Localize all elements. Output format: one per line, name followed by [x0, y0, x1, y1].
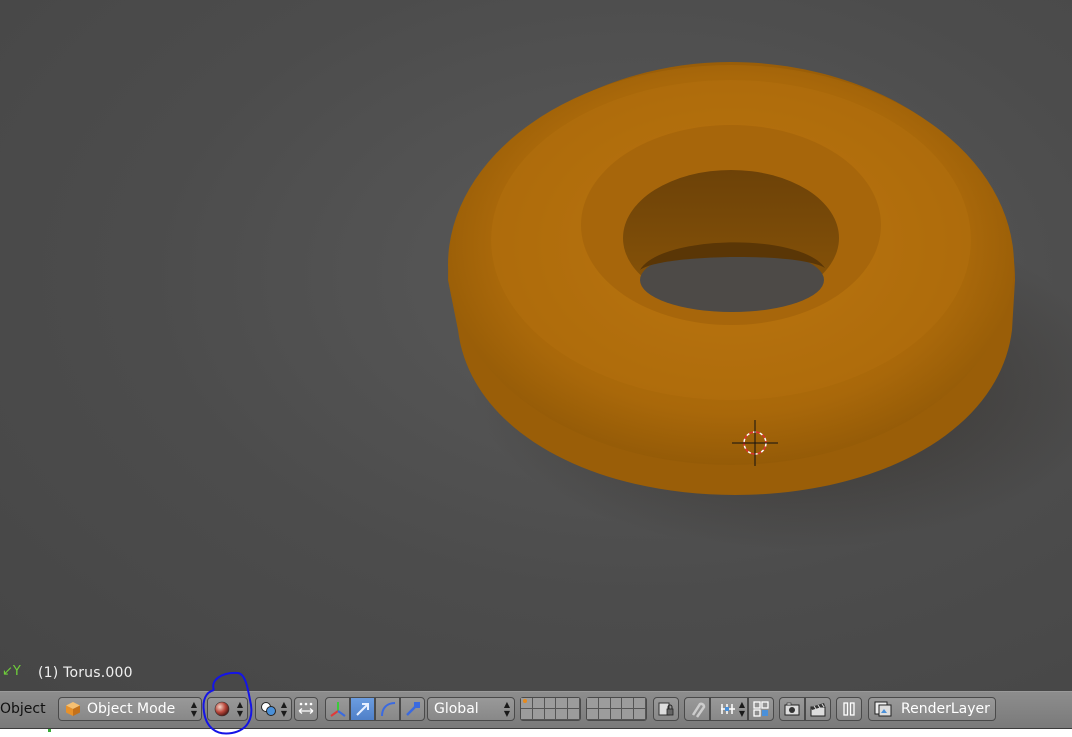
- layer-6[interactable]: [587, 698, 599, 709]
- layer-1[interactable]: [521, 698, 533, 709]
- 3d-view-header: Object Object Mode ▲ ▼ ▲ ▼ ▲ ▼ Global ▲ …: [0, 691, 1072, 728]
- layer-5[interactable]: [568, 698, 580, 709]
- layer-12[interactable]: [532, 709, 545, 720]
- snap-increment-icon: [721, 704, 735, 714]
- render-layer-icon: [874, 701, 892, 717]
- rotate-manipulator-button[interactable]: [375, 697, 400, 721]
- rotate-arc-icon: [380, 702, 395, 717]
- viewport-shading-dropdown[interactable]: ▲ ▼: [207, 697, 248, 721]
- lock-layers-icon: [658, 702, 674, 716]
- layer-7[interactable]: [598, 698, 611, 709]
- scene-layers-group-2[interactable]: [586, 697, 647, 721]
- pivot-point-dropdown[interactable]: ▲ ▼: [255, 697, 292, 721]
- scale-manipulator-button[interactable]: [400, 697, 425, 721]
- clapperboard-icon: [810, 703, 826, 717]
- scale-arrow-icon: [405, 702, 420, 716]
- layer-10[interactable]: [634, 698, 646, 709]
- lock-layers-button[interactable]: [653, 697, 679, 721]
- render-camera-icon: [784, 702, 800, 716]
- render-layer-selector[interactable]: RenderLayer: [868, 697, 996, 721]
- mode-dropdown[interactable]: Object Mode ▲ ▼: [58, 697, 202, 721]
- dropdown-arrows-icon: ▲ ▼: [280, 700, 287, 718]
- layer-20[interactable]: [634, 709, 646, 720]
- layer-3[interactable]: [544, 698, 557, 709]
- snap-element-dropdown[interactable]: ▲ ▼: [710, 697, 748, 721]
- manipulator-toggle-button[interactable]: [325, 697, 350, 721]
- snap-target-button[interactable]: [748, 697, 774, 721]
- dropdown-arrows-icon: ▲ ▼: [190, 700, 197, 718]
- layer-19[interactable]: [622, 709, 635, 720]
- mode-label: Object Mode: [87, 701, 176, 717]
- viewport-shading-sphere-icon: [214, 701, 230, 717]
- translate-arrow-icon: [355, 703, 369, 716]
- layer-18[interactable]: [610, 709, 623, 720]
- scene-layers-group-1[interactable]: [520, 697, 581, 721]
- pause-icon: [843, 702, 855, 716]
- render-layer-label: RenderLayer: [901, 701, 990, 717]
- layer-14[interactable]: [556, 709, 569, 720]
- layer-9[interactable]: [622, 698, 635, 709]
- layer-15[interactable]: [568, 709, 580, 720]
- layer-8[interactable]: [610, 698, 623, 709]
- viewport-scene: [448, 62, 1072, 550]
- blender-window: ↙Y (1) Torus.000 Object Object Mode ▲ ▼ ▲…: [0, 0, 1072, 737]
- pivot-point-icon: [261, 702, 276, 716]
- snap-target-icon: [753, 701, 769, 717]
- translate-manipulator-button[interactable]: [350, 697, 375, 721]
- layer-11[interactable]: [521, 709, 533, 720]
- layer-16[interactable]: [587, 709, 599, 720]
- layer-13[interactable]: [544, 709, 557, 720]
- object-menu[interactable]: Object: [0, 701, 46, 717]
- layer-4[interactable]: [556, 698, 569, 709]
- dropdown-arrows-icon: ▲ ▼: [738, 700, 745, 718]
- manipulate-center-points-button[interactable]: [294, 697, 318, 721]
- render-opengl-animation-button[interactable]: [805, 697, 831, 721]
- transform-orientation-dropdown[interactable]: Global ▲ ▼: [427, 697, 515, 721]
- object-info-text: (1) Torus.000: [38, 665, 133, 681]
- layer-17[interactable]: [598, 709, 611, 720]
- render-opengl-still-button[interactable]: [779, 697, 805, 721]
- 3d-viewport[interactable]: ↙Y (1) Torus.000: [0, 0, 1072, 691]
- magnet-snap-icon: [691, 702, 706, 718]
- snap-toggle-button[interactable]: [684, 697, 710, 721]
- bottom-edge: [0, 728, 1072, 737]
- dropdown-arrows-icon: ▲ ▼: [503, 700, 510, 718]
- center-points-icon: [298, 702, 314, 714]
- layer-2[interactable]: [532, 698, 545, 709]
- manipulator-axes-icon: [329, 702, 346, 717]
- object-cube-icon: [66, 702, 80, 716]
- axis-indicator: ↙Y: [2, 664, 21, 679]
- pause-preview-button[interactable]: [836, 697, 862, 721]
- dropdown-arrows-icon: ▲ ▼: [236, 700, 243, 718]
- orientation-label: Global: [434, 701, 479, 717]
